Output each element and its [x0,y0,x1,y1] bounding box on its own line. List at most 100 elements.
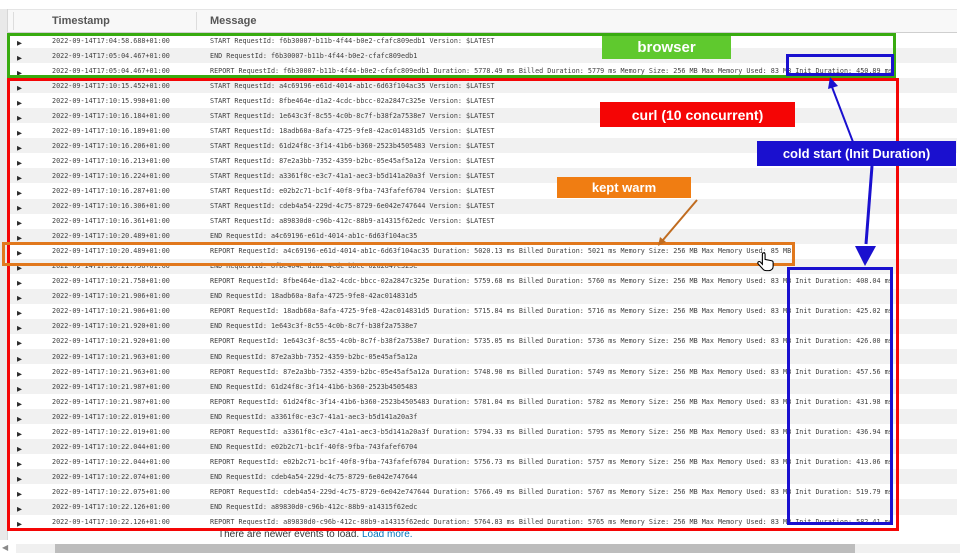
expand-row-icon[interactable]: ▶ [17,401,22,408]
expand-row-icon[interactable]: ▶ [17,295,22,302]
expand-row-icon[interactable]: ▶ [17,70,22,77]
log-row: ▶ 2022-09-14T17:10:20.489+01:00 END Requ… [8,229,957,244]
log-row: ▶ 2022-09-14T17:10:21.920+01:00 REPORT R… [8,334,957,349]
expand-row-icon[interactable]: ▶ [17,371,22,378]
log-timestamp: 2022-09-14T17:10:16.184+01:00 [40,112,198,120]
log-timestamp: 2022-09-14T17:10:22.126+01:00 [40,518,198,526]
log-row: ▶ 2022-09-14T17:10:21.906+01:00 REPORT R… [8,304,957,319]
log-timestamp: 2022-09-14T17:10:15.998+01:00 [40,97,198,105]
log-message: REPORT RequestId: 18adb60a-8afa-4725-9fe… [198,307,957,315]
horizontal-scrollbar-thumb[interactable] [55,544,855,553]
expand-row-icon[interactable]: ▶ [17,85,22,92]
log-timestamp: 2022-09-14T17:10:16.361+01:00 [40,217,198,225]
expand-row-icon[interactable]: ▶ [17,356,22,363]
log-message: REPORT RequestId: a89830d0-c96b-412c-88b… [198,518,957,526]
log-timestamp: 2022-09-14T17:10:21.963+01:00 [40,353,198,361]
log-timestamp: 2022-09-14T17:05:04.467+01:00 [40,67,198,75]
expand-row-icon[interactable]: ▶ [17,175,22,182]
log-timestamp: 2022-09-14T17:10:16.287+01:00 [40,187,198,195]
expand-row-icon[interactable]: ▶ [17,506,22,513]
log-timestamp: 2022-09-14T17:10:22.044+01:00 [40,458,198,466]
log-message: END RequestId: a4c69196-e61d-4014-ab1c-6… [198,232,957,240]
log-timestamp: 2022-09-14T17:10:22.019+01:00 [40,413,198,421]
expand-row-icon[interactable]: ▶ [17,205,22,212]
expand-row-icon[interactable]: ▶ [17,340,22,347]
expand-row-icon[interactable]: ▶ [17,491,22,498]
expand-row-icon[interactable]: ▶ [17,55,22,62]
log-row: ▶ 2022-09-14T17:10:21.758+01:00 END Requ… [8,259,957,274]
log-message: START RequestId: e02b2c71-bc1f-40f8-9fba… [198,187,957,195]
log-message: START RequestId: 8fbe464e-d1a2-4cdc-bbcc… [198,97,957,105]
log-row: ▶ 2022-09-14T17:10:21.906+01:00 END Requ… [8,289,957,304]
expand-row-icon[interactable]: ▶ [17,145,22,152]
expand-row-icon[interactable]: ▶ [17,431,22,438]
log-timestamp: 2022-09-14T17:10:22.044+01:00 [40,443,198,451]
log-row: ▶ 2022-09-14T17:10:22.019+01:00 REPORT R… [8,424,957,439]
log-timestamp: 2022-09-14T17:10:21.906+01:00 [40,292,198,300]
log-timestamp: 2022-09-14T17:10:16.206+01:00 [40,142,198,150]
log-row: ▶ 2022-09-14T17:10:21.987+01:00 REPORT R… [8,394,957,409]
log-message: END RequestId: 87e2a3bb-7352-4359-b2bc-0… [198,353,957,361]
log-timestamp: 2022-09-14T17:10:15.452+01:00 [40,82,198,90]
log-message: END RequestId: cdeb4a54-229d-4c75-8729-6… [198,473,957,481]
expand-row-icon[interactable]: ▶ [17,250,22,257]
log-timestamp: 2022-09-14T17:10:22.074+01:00 [40,473,198,481]
log-row: ▶ 2022-09-14T17:10:21.920+01:00 END Requ… [8,319,957,334]
log-row: ▶ 2022-09-14T17:10:15.452+01:00 START Re… [8,78,957,93]
log-timestamp: 2022-09-14T17:10:21.758+01:00 [40,262,198,270]
expand-row-icon[interactable]: ▶ [17,280,22,287]
log-message: REPORT RequestId: a4c69196-e61d-4014-ab1… [198,247,957,255]
log-row: ▶ 2022-09-14T17:10:22.126+01:00 END Requ… [8,499,957,514]
log-timestamp: 2022-09-14T17:10:20.489+01:00 [40,247,198,255]
log-row: ▶ 2022-09-14T17:10:15.998+01:00 START Re… [8,93,957,108]
log-timestamp: 2022-09-14T17:10:21.758+01:00 [40,277,198,285]
expand-row-icon[interactable]: ▶ [17,386,22,393]
log-rows: ▶ 2022-09-14T17:04:58.688+01:00 START Re… [8,33,957,530]
load-more-link[interactable]: Load more. [362,529,413,540]
log-timestamp: 2022-09-14T17:10:21.920+01:00 [40,322,198,330]
log-row: ▶ 2022-09-14T17:10:21.963+01:00 REPORT R… [8,364,957,379]
log-row: ▶ 2022-09-14T17:04:58.688+01:00 START Re… [8,33,957,48]
expand-row-icon[interactable]: ▶ [17,521,22,528]
log-message: END RequestId: a3361f0c-e3c7-41a1-aec3-b… [198,413,957,421]
expand-row-icon[interactable]: ▶ [17,476,22,483]
expand-row-icon[interactable]: ▶ [17,115,22,122]
expand-row-icon[interactable]: ▶ [17,190,22,197]
log-message: START RequestId: 61d24f8c-3f14-41b6-b360… [198,142,957,150]
message-column-header: Message [198,15,957,27]
expand-row-icon[interactable]: ▶ [17,416,22,423]
expand-row-icon[interactable]: ▶ [17,40,22,47]
log-timestamp: 2022-09-14T17:05:04.467+01:00 [40,52,198,60]
log-message: END RequestId: 1e643c3f-8c55-4c0b-8c7f-b… [198,322,957,330]
log-message: REPORT RequestId: cdeb4a54-229d-4c75-872… [198,488,957,496]
scrollbar-left-arrow-icon[interactable]: ◀ [2,543,8,552]
expand-row-icon[interactable]: ▶ [17,325,22,332]
log-message: END RequestId: a89830d0-c96b-412c-88b9-a… [198,503,957,511]
log-table-header: Timestamp Message [8,9,957,33]
log-message: START RequestId: a3361f0c-e3c7-41a1-aec3… [198,172,957,180]
log-message: START RequestId: 18adb60a-8afa-4725-9fe8… [198,127,957,135]
expand-row-icon[interactable]: ▶ [17,160,22,167]
expand-row-icon[interactable]: ▶ [17,446,22,453]
log-row: ▶ 2022-09-14T17:10:22.019+01:00 END Requ… [8,409,957,424]
log-row: ▶ 2022-09-14T17:10:16.213+01:00 START Re… [8,153,957,168]
expand-row-icon[interactable]: ▶ [17,100,22,107]
expand-row-icon[interactable]: ▶ [17,235,22,242]
expand-row-icon[interactable]: ▶ [17,461,22,468]
left-gutter [0,9,8,540]
expand-row-icon[interactable]: ▶ [17,310,22,317]
log-message: REPORT RequestId: 87e2a3bb-7352-4359-b2b… [198,368,957,376]
log-timestamp: 2022-09-14T17:10:20.489+01:00 [40,232,198,240]
expand-row-icon[interactable]: ▶ [17,130,22,137]
log-timestamp: 2022-09-14T17:10:16.189+01:00 [40,127,198,135]
log-timestamp: 2022-09-14T17:10:22.126+01:00 [40,503,198,511]
log-message: REPORT RequestId: 61d24f8c-3f14-41b6-b36… [198,398,957,406]
log-message: END RequestId: e02b2c71-bc1f-40f8-9fba-7… [198,443,957,451]
log-message: REPORT RequestId: 8fbe464e-d1a2-4cdc-bbc… [198,277,957,285]
expand-row-icon[interactable]: ▶ [17,220,22,227]
log-row: ▶ 2022-09-14T17:10:22.075+01:00 REPORT R… [8,484,957,499]
log-message: END RequestId: 8fbe464e-d1a2-4cdc-bbcc-0… [198,262,957,270]
expand-row-icon[interactable]: ▶ [17,265,22,272]
log-row: ▶ 2022-09-14T17:10:21.987+01:00 END Requ… [8,379,957,394]
log-row: ▶ 2022-09-14T17:10:16.361+01:00 START Re… [8,214,957,229]
